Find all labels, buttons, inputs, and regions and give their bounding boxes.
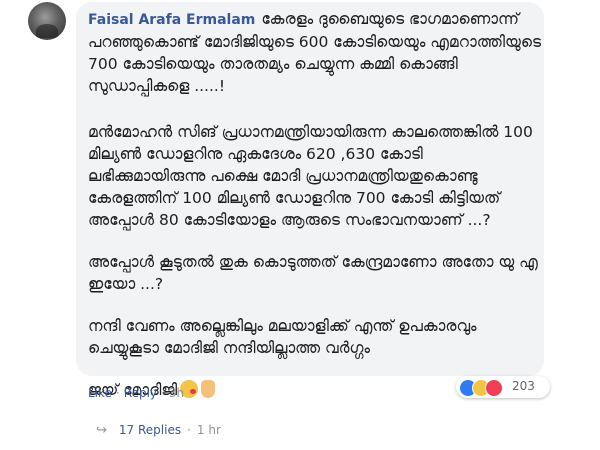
replies-link[interactable]: ↪ 17 Replies · 1 hr: [96, 423, 221, 438]
avatar-silhouette: [36, 24, 58, 38]
separator: ·: [161, 386, 165, 400]
separator: ·: [115, 386, 120, 400]
reaction-count: 203: [512, 379, 535, 393]
comment-timestamp[interactable]: 3h: [169, 386, 184, 400]
comment-text-3: അപ്പോൾ കൂടുതൽ തുക കൊടുത്തത് കേന്ദ്രമാണോ …: [88, 253, 543, 293]
comment-paragraph-3: അപ്പോൾ കൂടുതൽ തുക കൊടുത്തത് കേന്ദ്രമാണോ …: [88, 251, 543, 295]
like-link[interactable]: Like: [88, 386, 112, 400]
comment-paragraph-1: Faisal Arafa Ermalam കേരളം ദുബൈയുടെ ഭാഗമാ…: [88, 8, 543, 97]
avatar[interactable]: [28, 2, 66, 40]
comment-paragraph-4: നന്ദി വേണം അല്ലെങ്കിലും മലയാളിക്ക് എന്ത്…: [88, 315, 543, 359]
comment-paragraph-2: മൻമോഹൻ സിങ് പ്രധാനമന്ത്രിയായിരുന്ന കാലത്…: [88, 121, 543, 231]
victory-hand-icon: [201, 380, 216, 398]
separator: ·: [187, 423, 191, 437]
comment-text-4: നന്ദി വേണം അല്ലെങ്കിലും മലയാളിക്ക് എന്ത്…: [88, 317, 482, 357]
reply-link[interactable]: Reply: [124, 386, 157, 400]
replies-count[interactable]: 17 Replies: [119, 423, 181, 437]
reactions-summary[interactable]: 203: [456, 376, 550, 398]
comment-content: Faisal Arafa Ermalam കേരളം ദുബൈയുടെ ഭാഗമാ…: [88, 8, 543, 421]
love-reaction-icon: [485, 379, 503, 397]
reply-arrow-icon: ↪: [96, 423, 107, 438]
author-name[interactable]: Faisal Arafa Ermalam: [88, 12, 255, 28]
replies-timestamp: 1 hr: [196, 423, 221, 437]
comment-text-2: മൻമോഹൻ സിങ് പ്രധാനമന്ത്രിയായിരുന്ന കാലത്…: [88, 123, 538, 229]
comment-actions: Like · Reply · 3h: [88, 386, 184, 400]
